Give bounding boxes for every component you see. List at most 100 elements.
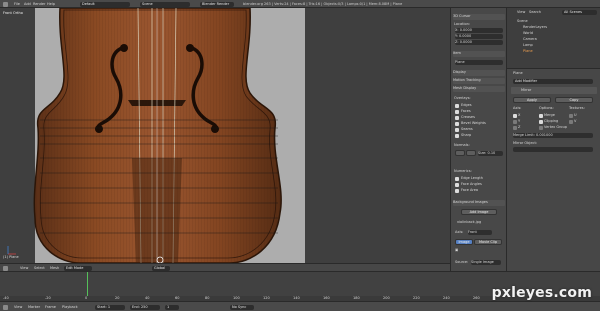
numerics-label: Numerics: [454, 169, 472, 173]
vertex-group-label: Vertex Group [544, 125, 568, 129]
copy-button[interactable]: Copy [555, 97, 593, 103]
location-label: Location: [454, 22, 470, 26]
editor-type-icon[interactable] [3, 265, 8, 271]
cursor-z-field[interactable]: Z: 0.0000 [455, 40, 503, 45]
timeline-editor-icon[interactable] [3, 304, 8, 310]
mirror-u-label: U [574, 113, 577, 117]
outliner-menu-view[interactable]: View [517, 10, 525, 15]
menu-select[interactable]: Select [34, 266, 45, 271]
menu-add[interactable]: Add [24, 2, 31, 7]
menu-help[interactable]: Help [47, 2, 55, 7]
panel-header-display[interactable]: Display [453, 70, 505, 76]
bg-source-selector[interactable]: Single Image [471, 260, 501, 265]
properties-sidebar: 3D Cursor Location: X: 0.0000 Y: 0.0000 … [450, 8, 506, 271]
outliner-item-camera[interactable]: Camera [523, 37, 537, 42]
outliner-item-renderlayers[interactable]: RenderLayers [523, 25, 547, 30]
numerics-edge-length-checkbox[interactable] [455, 177, 459, 181]
timeline-menu-playback[interactable]: Playback [62, 305, 78, 310]
outliner-item-scene[interactable]: Scene [517, 19, 528, 24]
overlay-bevel-weights-checkbox[interactable] [455, 122, 459, 126]
overlay-edges-checkbox[interactable] [455, 104, 459, 108]
normals-vertex-toggle[interactable] [455, 150, 465, 156]
panel-header-motion-tracking[interactable]: Motion Tracking [453, 78, 505, 84]
menu-mesh[interactable]: Mesh [50, 266, 59, 271]
mirror-options-label: Options: [539, 106, 554, 110]
overlay-seams-label: Seams [461, 127, 473, 131]
mirror-y-checkbox[interactable] [513, 120, 517, 124]
outliner-item-world[interactable]: World [523, 31, 533, 36]
panel-header-mesh-display[interactable]: Mesh Display [453, 86, 505, 92]
bg-axis-selector[interactable]: Front [468, 230, 492, 235]
properties-object-name: Plane [513, 71, 523, 75]
mirror-v-label: V [574, 119, 577, 123]
add-modifier-button[interactable]: Add Modifier [513, 79, 593, 84]
numerics-edge-length-label: Edge Length [461, 176, 483, 180]
mirror-v-checkbox[interactable] [569, 120, 573, 124]
screen-layout-selector[interactable]: Default [80, 1, 130, 7]
start-frame-field[interactable]: Start: 1 [95, 304, 125, 310]
outliner-display-mode[interactable]: All Scenes [562, 10, 597, 15]
normals-size-field[interactable]: Size: 0.10 [478, 151, 503, 156]
current-frame-field[interactable]: 1 [165, 304, 179, 310]
overlay-faces-checkbox[interactable] [455, 110, 459, 114]
mirror-u-checkbox[interactable] [569, 114, 573, 118]
scene-selector[interactable]: Scene [140, 1, 190, 7]
menu-view[interactable]: View [20, 266, 28, 271]
mode-selector[interactable]: Edit Mode [64, 265, 92, 271]
mirror-z-label: Z [518, 125, 521, 129]
overlay-creases-checkbox[interactable] [455, 116, 459, 120]
violin-background-image [7, 8, 282, 263]
blender-logo-icon[interactable] [3, 1, 8, 7]
numerics-face-angles-checkbox[interactable] [455, 183, 459, 187]
tab-image[interactable]: Image [455, 239, 473, 245]
3d-viewport[interactable]: Front Ortho (1) Plane [0, 8, 450, 263]
timeline-menu-view[interactable]: View [14, 305, 22, 310]
vertex-group-checkbox[interactable] [539, 126, 543, 130]
background-image-name[interactable]: violinback.jpg [457, 220, 481, 225]
bg-axis-label: Axis: [455, 230, 464, 234]
timeline-menu-frame[interactable]: Frame [45, 305, 56, 310]
numerics-face-area-checkbox[interactable] [455, 189, 459, 193]
mirror-x-checkbox[interactable] [513, 114, 517, 118]
panel-header-background-images[interactable]: Background Images [453, 200, 505, 206]
numerics-face-area-label: Face Area [461, 188, 479, 192]
panel-header-item[interactable]: Item [453, 51, 505, 57]
overlay-seams-checkbox[interactable] [455, 128, 459, 132]
menu-file[interactable]: File [14, 2, 20, 7]
orientation-selector[interactable]: Global [152, 265, 170, 271]
cursor-x-field[interactable]: X: 0.0000 [455, 28, 503, 33]
menu-render[interactable]: Render [33, 2, 45, 7]
overlay-sharp-checkbox[interactable] [455, 134, 459, 138]
end-frame-field[interactable]: End: 250 [130, 304, 160, 310]
mirror-axis-label: Axis: [513, 106, 522, 110]
overlay-faces-label: Faces [461, 109, 471, 113]
mirror-object-field[interactable] [513, 147, 593, 152]
outliner-item-lamp[interactable]: Lamp [523, 43, 533, 48]
panel-header-3d-cursor[interactable]: 3D Cursor [453, 14, 505, 20]
outliner-menu-search[interactable]: Search [529, 10, 541, 15]
modifier-name[interactable]: Mirror [521, 88, 531, 93]
tab-movie-clip[interactable]: Movie Clip [474, 239, 502, 245]
apply-button[interactable]: Apply [513, 97, 551, 103]
overlay-creases-label: Creases [461, 115, 475, 119]
cursor-y-field[interactable]: Y: 0.0000 [455, 34, 503, 39]
mirror-z-checkbox[interactable] [513, 126, 517, 130]
bg-source-label: Source: [455, 260, 469, 264]
clipping-checkbox[interactable] [539, 120, 543, 124]
outliner-item-plane[interactable]: Plane [523, 49, 533, 54]
merge-limit-field[interactable]: Merge Limit: 0.001000 [513, 133, 593, 138]
modifier-header[interactable]: Mirror [511, 87, 597, 94]
normals-face-toggle[interactable] [466, 150, 476, 156]
merge-checkbox[interactable] [539, 114, 543, 118]
timeline-menu-marker[interactable]: Marker [28, 305, 40, 310]
render-engine-selector[interactable]: Blender Render [200, 1, 234, 7]
item-name-field[interactable]: Plane [455, 60, 503, 65]
add-image-button[interactable]: Add Image [461, 209, 497, 215]
overlay-sharp-label: Sharp [461, 133, 472, 137]
sync-mode-selector[interactable]: No Sync [230, 304, 254, 310]
overlay-edges-label: Edges [461, 103, 472, 107]
viewport-header: View Select Mesh Edit Mode Global [0, 263, 450, 271]
mirror-object-label: Mirror Object: [513, 141, 538, 145]
mirror-x-label: X [518, 113, 521, 117]
properties-editor: Plane Add Modifier Mirror Apply Copy Axi… [506, 68, 600, 271]
